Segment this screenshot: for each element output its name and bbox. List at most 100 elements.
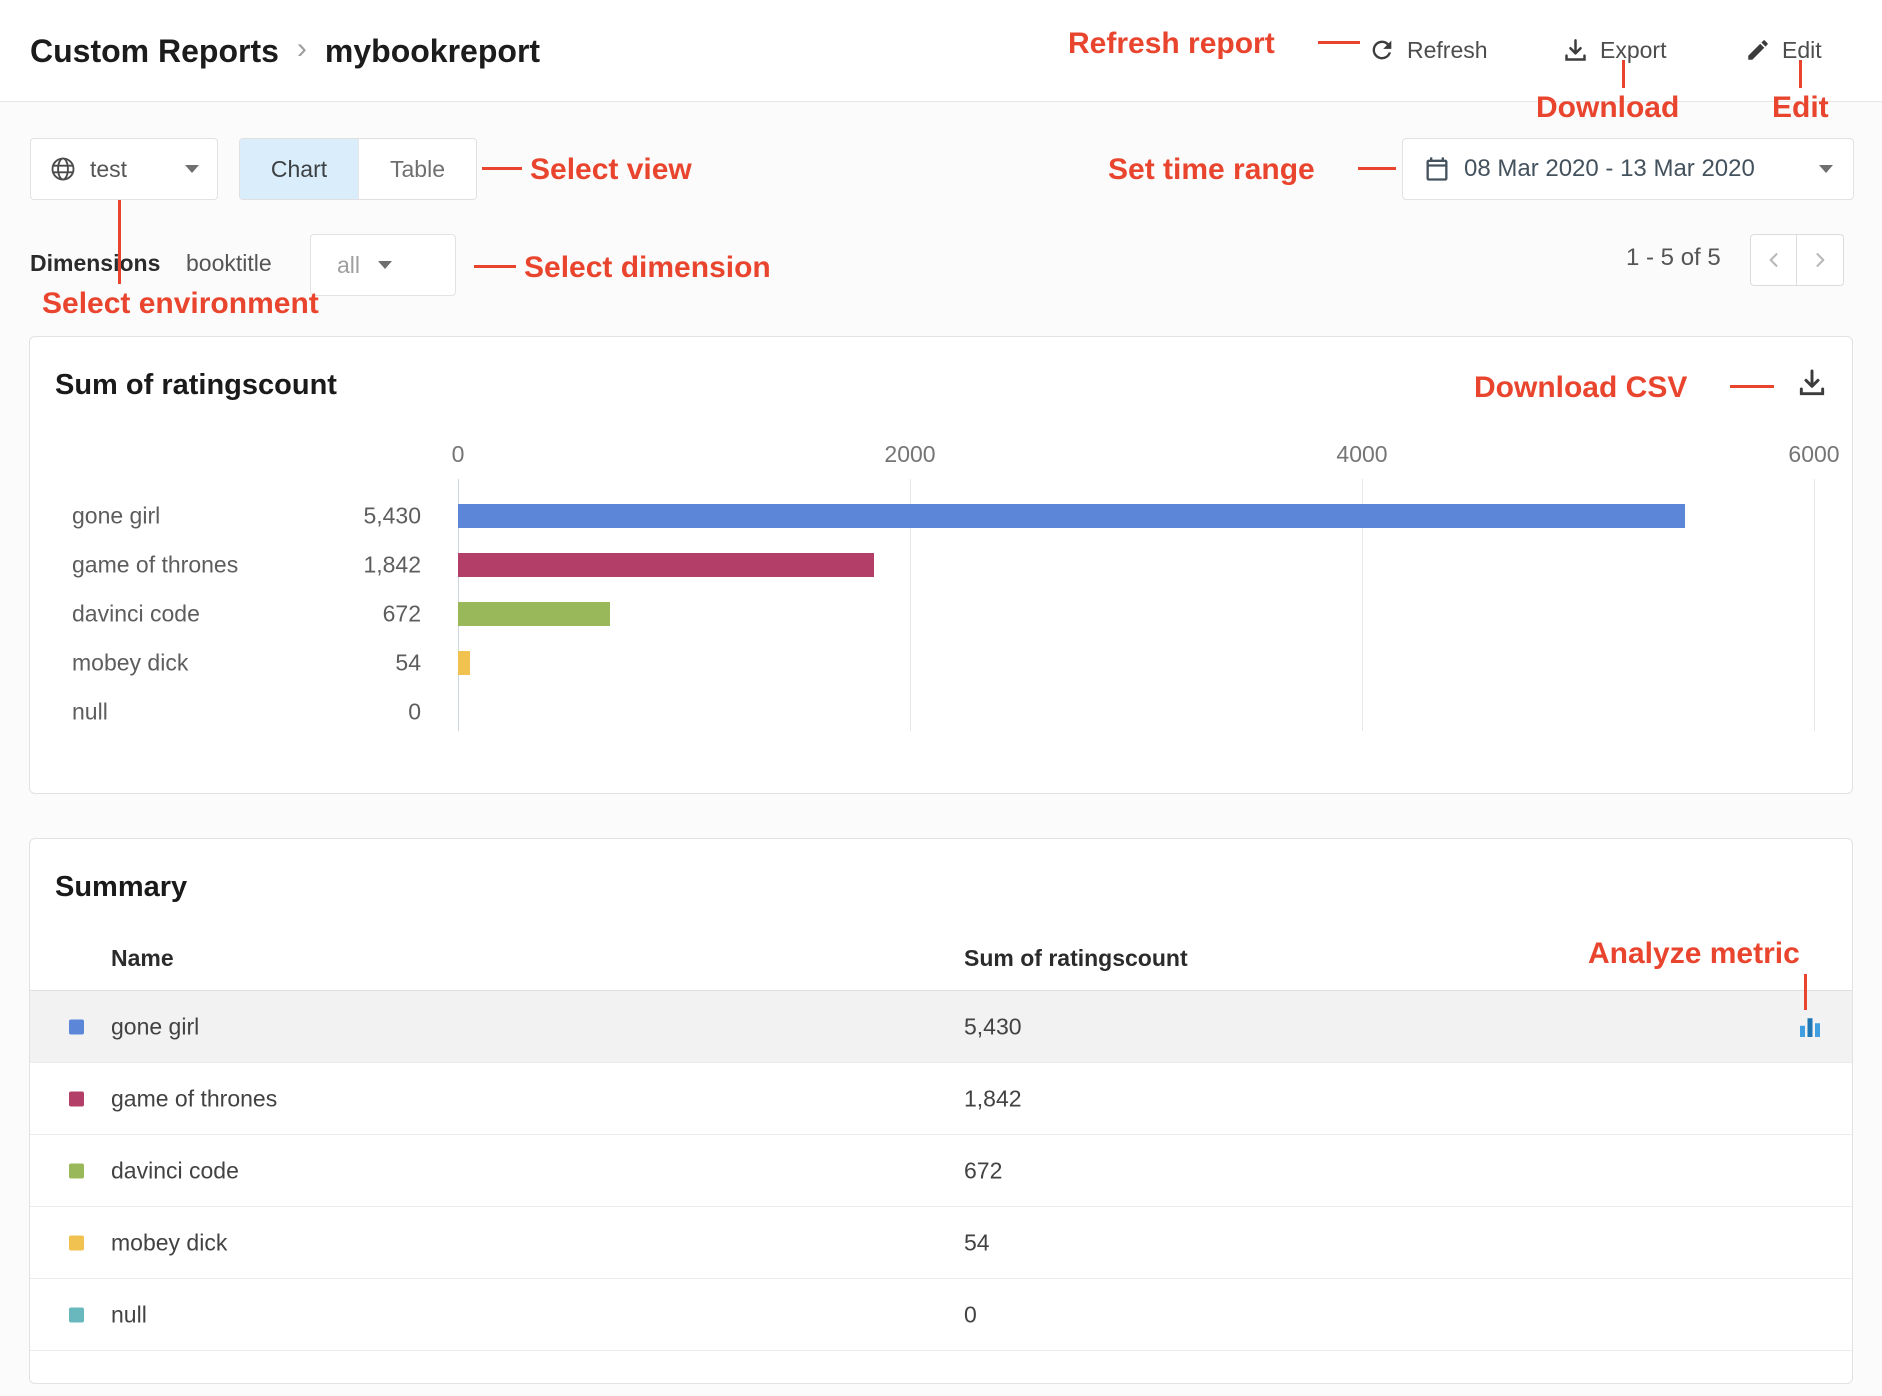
environment-selector[interactable]: test <box>30 138 218 200</box>
bar-track <box>458 553 1814 577</box>
table-row[interactable]: mobey dick 54 <box>30 1207 1852 1279</box>
edit-button[interactable]: Edit <box>1745 26 1822 74</box>
download-icon <box>1562 37 1589 64</box>
refresh-icon <box>1368 36 1396 64</box>
legend-swatch <box>69 1163 84 1178</box>
chevron-down-icon <box>378 261 392 269</box>
annotation-line <box>1358 167 1396 170</box>
column-header-value: Sum of ratingscount <box>964 945 1188 972</box>
x-axis-tick: 4000 <box>1302 441 1422 468</box>
table-body: gone girl 5,430 game of thrones 1,842 da… <box>30 991 1852 1351</box>
chart-row: gone girl 5,430 <box>30 491 1852 540</box>
chart-row: mobey dick 54 <box>30 638 1852 687</box>
export-label: Export <box>1600 37 1666 64</box>
row-value: 0 <box>964 1301 977 1328</box>
chart-row: null 0 <box>30 687 1852 736</box>
annotation-select-view: Select view <box>530 152 692 188</box>
chart-category-label: null <box>72 698 108 725</box>
row-name: davinci code <box>111 1157 239 1184</box>
header: Custom Reports › mybookreport Refresh Ex… <box>0 0 1882 102</box>
row-value: 1,842 <box>964 1085 1022 1112</box>
row-name: null <box>111 1301 147 1328</box>
chart-value-label: 1,842 <box>281 551 421 578</box>
table-row[interactable]: null 0 <box>30 1279 1852 1351</box>
legend-swatch <box>69 1091 84 1106</box>
pagination-range: 1 - 5 of 5 <box>1626 244 1721 272</box>
row-name: gone girl <box>111 1013 199 1040</box>
custom-report-page: Custom Reports › mybookreport Refresh Ex… <box>0 0 1882 1396</box>
breadcrumb-custom-reports[interactable]: Custom Reports <box>30 33 279 70</box>
bar-track <box>458 504 1814 528</box>
legend-swatch <box>69 1019 84 1034</box>
table-row[interactable]: davinci code 672 <box>30 1135 1852 1207</box>
chart-plot: gone girl 5,430 game of thrones 1,842 da… <box>30 491 1852 736</box>
summary-title: Summary <box>55 871 187 904</box>
dimension-filter-value: all <box>337 252 360 279</box>
chevron-left-icon <box>1764 250 1784 270</box>
table-row[interactable]: gone girl 5,430 <box>30 991 1852 1063</box>
export-button[interactable]: Export <box>1562 26 1666 74</box>
breadcrumb: Custom Reports › mybookreport <box>30 0 540 102</box>
row-value: 672 <box>964 1157 1002 1184</box>
annotation-set-time-range: Set time range <box>1108 152 1315 188</box>
table-row[interactable]: game of thrones 1,842 <box>30 1063 1852 1135</box>
chart-value-label: 672 <box>281 600 421 627</box>
edit-label: Edit <box>1782 37 1822 64</box>
chart-value-label: 54 <box>281 649 421 676</box>
chart-bar <box>458 651 470 675</box>
legend-swatch <box>69 1307 84 1322</box>
date-range-picker[interactable]: 08 Mar 2020 - 13 Mar 2020 <box>1402 138 1854 200</box>
refresh-button[interactable]: Refresh <box>1368 26 1488 74</box>
pagination-prev-button[interactable] <box>1750 234 1797 286</box>
environment-label: test <box>90 156 127 183</box>
row-value: 54 <box>964 1229 990 1256</box>
chart-row: game of thrones 1,842 <box>30 540 1852 589</box>
chevron-down-icon <box>1819 165 1833 173</box>
pagination-controls <box>1750 234 1844 286</box>
chart-row: davinci code 672 <box>30 589 1852 638</box>
date-range-label: 08 Mar 2020 - 13 Mar 2020 <box>1464 155 1755 183</box>
chevron-right-icon: › <box>297 32 307 66</box>
x-axis-tick: 2000 <box>850 441 970 468</box>
chart-title: Sum of ratingscount <box>55 369 337 402</box>
globe-icon <box>49 155 77 183</box>
row-value: 5,430 <box>964 1013 1022 1040</box>
breadcrumb-current-report: mybookreport <box>325 33 540 70</box>
bar-track <box>458 602 1814 626</box>
chart-category-label: davinci code <box>72 600 200 627</box>
refresh-label: Refresh <box>1407 37 1488 64</box>
chart-category-label: gone girl <box>72 502 160 529</box>
tab-chart[interactable]: Chart <box>240 139 358 199</box>
dimensions-label: Dimensions <box>30 250 160 277</box>
download-csv-button[interactable] <box>1792 363 1832 403</box>
dimension-filter-dropdown[interactable]: all <box>310 234 456 296</box>
table-header: Name Sum of ratingscount <box>30 931 1852 991</box>
chart-value-label: 0 <box>281 698 421 725</box>
pagination-next-button[interactable] <box>1797 234 1844 286</box>
chart-bar <box>458 553 874 577</box>
chart-card: Sum of ratingscount 0 2000 4000 6000 gon… <box>29 336 1853 794</box>
bar-track <box>458 700 1814 724</box>
summary-card: Summary Name Sum of ratingscount gone gi… <box>29 838 1853 1384</box>
chevron-right-icon <box>1810 250 1830 270</box>
x-axis-tick: 0 <box>398 441 518 468</box>
analyze-metric-icon[interactable] <box>1794 1011 1826 1043</box>
view-toggle: Chart Table <box>239 138 477 200</box>
chevron-down-icon <box>185 165 199 173</box>
pencil-icon <box>1745 37 1771 63</box>
dimension-name: booktitle <box>186 250 272 277</box>
chart-bar <box>458 504 1685 528</box>
x-axis-tick: 6000 <box>1754 441 1874 468</box>
chart-category-label: game of thrones <box>72 551 238 578</box>
chart-bar <box>458 602 610 626</box>
legend-swatch <box>69 1235 84 1250</box>
calendar-icon <box>1423 155 1451 183</box>
bar-track <box>458 651 1814 675</box>
column-header-name: Name <box>111 945 174 972</box>
row-name: game of thrones <box>111 1085 277 1112</box>
row-name: mobey dick <box>111 1229 227 1256</box>
download-icon <box>1796 367 1828 399</box>
annotation-select-dimension: Select dimension <box>524 250 771 286</box>
chart-value-label: 5,430 <box>281 502 421 529</box>
tab-table[interactable]: Table <box>358 139 476 199</box>
